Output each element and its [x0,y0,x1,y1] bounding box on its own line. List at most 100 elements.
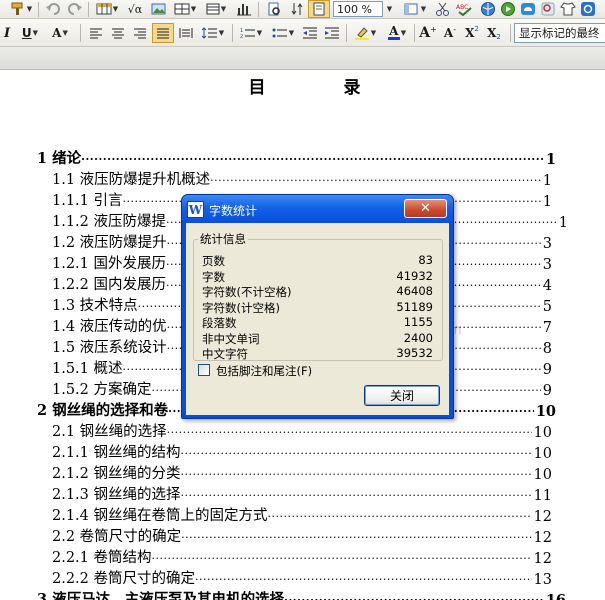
distribute-icon [179,28,193,38]
numbered-list-icon: 12 [240,28,255,39]
settings-button[interactable] [578,0,598,18]
undo-button[interactable] [42,0,64,18]
font-color-button[interactable]: A ▼ [382,24,412,42]
align-left-button[interactable] [86,24,106,42]
stat-row: 字数 41932 [202,269,433,284]
toc-entry[interactable]: 2.1.4 钢丝绳在卷筒上的固定方式 ······················… [52,504,552,525]
toc-entry-page: 3 [542,257,552,273]
shirt-button[interactable] [558,0,578,18]
close-button[interactable]: 关闭 [364,385,440,406]
toolbar-separator [258,2,259,17]
toc-entry[interactable]: 3 液压马达、主液压泵及其电机的选择······················… [37,588,566,600]
superscript-button[interactable]: X2 [462,24,482,42]
stat-row: 字符数(计空格) 51189 [202,300,433,315]
toc-entry[interactable]: 1.1 液压防爆提升机概述 ···························… [52,168,552,189]
italic-button[interactable]: I [0,24,14,42]
decrease-indent-button[interactable] [300,24,320,42]
align-center-button[interactable] [108,24,128,42]
line-spacing-button[interactable]: ▼ [198,24,228,42]
include-footnotes-checkbox[interactable] [198,364,210,376]
numbering-button[interactable]: 12 ▼ [236,24,266,42]
columns-button[interactable]: ▼ [202,0,230,18]
stat-row: 段落数 1155 [202,315,433,330]
svg-text:ABC: ABC [456,4,468,11]
table-icon [96,3,112,15]
toc-entry-page: 12 [533,551,552,567]
dialog-body: 统计信息 页数 83 字数 41932 字符数(不计空格) 46408 字符数(计空格) 51… [186,223,449,415]
toc-leader-dots: ········································… [284,593,544,600]
toc-entry[interactable]: 1 绪论 ····································… [37,147,556,168]
table-style-button[interactable]: ▼ [170,0,200,18]
insert-formula-button[interactable]: √α [124,0,146,18]
toc-leader-dots: ········································… [181,531,532,544]
undo-icon [46,3,60,15]
toc-leader-dots: ········································… [81,153,544,166]
toc-entry[interactable]: 2.2.1 卷筒结构 ······························… [52,546,552,567]
preview-button[interactable] [262,0,286,18]
toc-leader-dots: ········································… [180,447,532,460]
format-painter-button[interactable]: ▼ [6,0,36,18]
subscript-letter: X [487,26,497,40]
markup-display-value: 显示标记的最终 [519,26,600,40]
align-right-button[interactable] [130,24,150,42]
distribute-button[interactable] [176,24,196,42]
dialog-close-button[interactable]: ✕ [404,199,447,218]
toc-entry[interactable]: 2.2 卷筒尺寸的确定 ·····························… [52,525,552,546]
toc-leader-dots: ········································… [267,510,532,523]
insert-table-button[interactable]: ▼ [92,0,122,18]
fit-page-button[interactable] [308,0,330,18]
sort-button[interactable] [286,0,308,18]
toc-entry[interactable]: 2.1 钢丝绳的选择 ······························… [52,420,552,441]
tab-bar-strip [0,47,605,70]
scissors-button[interactable] [432,0,454,18]
stat-label: 字符数(计空格) [202,300,280,315]
toc-leader-dots: ········································… [180,468,532,481]
toc-entry-page: 9 [542,362,552,378]
navigation-button[interactable]: ▼ [402,0,428,18]
subscript-button[interactable]: X2 [484,24,504,42]
toc-entry-page: 1 [545,151,556,168]
zoom-select[interactable]: 100 % [333,1,383,17]
highlight-button[interactable]: ▼ [350,24,380,42]
toc-entry-page: 10 [533,467,552,483]
stat-label: 字符数(不计空格) [202,285,292,299]
stat-value: 83 [418,253,433,267]
text-effect-label: A [52,26,62,40]
toc-entry-title: 2.1.2 钢丝绳的分类 [52,466,181,482]
justify-button[interactable] [152,23,174,43]
toolbar-separator [38,2,39,17]
insert-picture-button[interactable] [148,0,170,18]
blue-app-button[interactable] [518,0,538,18]
toc-entry-title: 1.5.1 概述 [52,361,123,377]
underline-button[interactable]: U ▼ [16,24,44,42]
toc-entry-title: 2.1 钢丝绳的选择 [52,424,167,440]
green-app-button[interactable] [498,0,518,18]
markup-display-select[interactable]: 显示标记的最终 [514,23,605,43]
toc-entry[interactable]: 2.1.3 钢丝绳的选择 ····························… [52,483,552,504]
chart-button[interactable] [232,0,256,18]
toc-entry[interactable]: 2.2.2 卷筒尺寸的确定 ···························… [52,567,552,588]
zoom-dropdown-button[interactable]: ▼ [383,0,395,18]
toc-entry[interactable]: 2.1.2 钢丝绳的分类 ····························… [52,462,552,483]
increase-indent-button[interactable] [322,24,342,42]
bullets-button[interactable]: ▼ [268,24,298,42]
bar-chart-icon [237,4,251,16]
grow-font-button[interactable]: A + [418,24,438,42]
toc-entry-page: 11 [533,488,552,504]
toc-entry-title: 2.2.1 卷筒结构 [52,550,152,566]
red-app-button[interactable] [538,0,558,18]
stat-row: 页数 83 [202,253,433,268]
toolbar-separator [232,24,233,42]
include-footnotes-label[interactable]: 包括脚注和尾注(F) [216,363,312,379]
dialog-titlebar[interactable]: W 字数统计 ✕ [182,195,453,223]
text-effect-button[interactable]: A ▼ [46,24,74,42]
spell-check-button[interactable]: ABC [454,0,476,18]
toc-entry-title: 1.3 技术特点 [52,298,138,314]
redo-button[interactable] [64,0,86,18]
stats-group-label: 统计信息 [198,231,248,247]
toc-entry-page: 7 [542,320,552,336]
online-button[interactable] [478,0,498,18]
toc-entry[interactable]: 2.1.1 钢丝绳的结构 ····························… [52,441,552,462]
shrink-font-button[interactable]: A- [440,24,460,42]
toc-leader-dots: ········································… [166,426,532,439]
